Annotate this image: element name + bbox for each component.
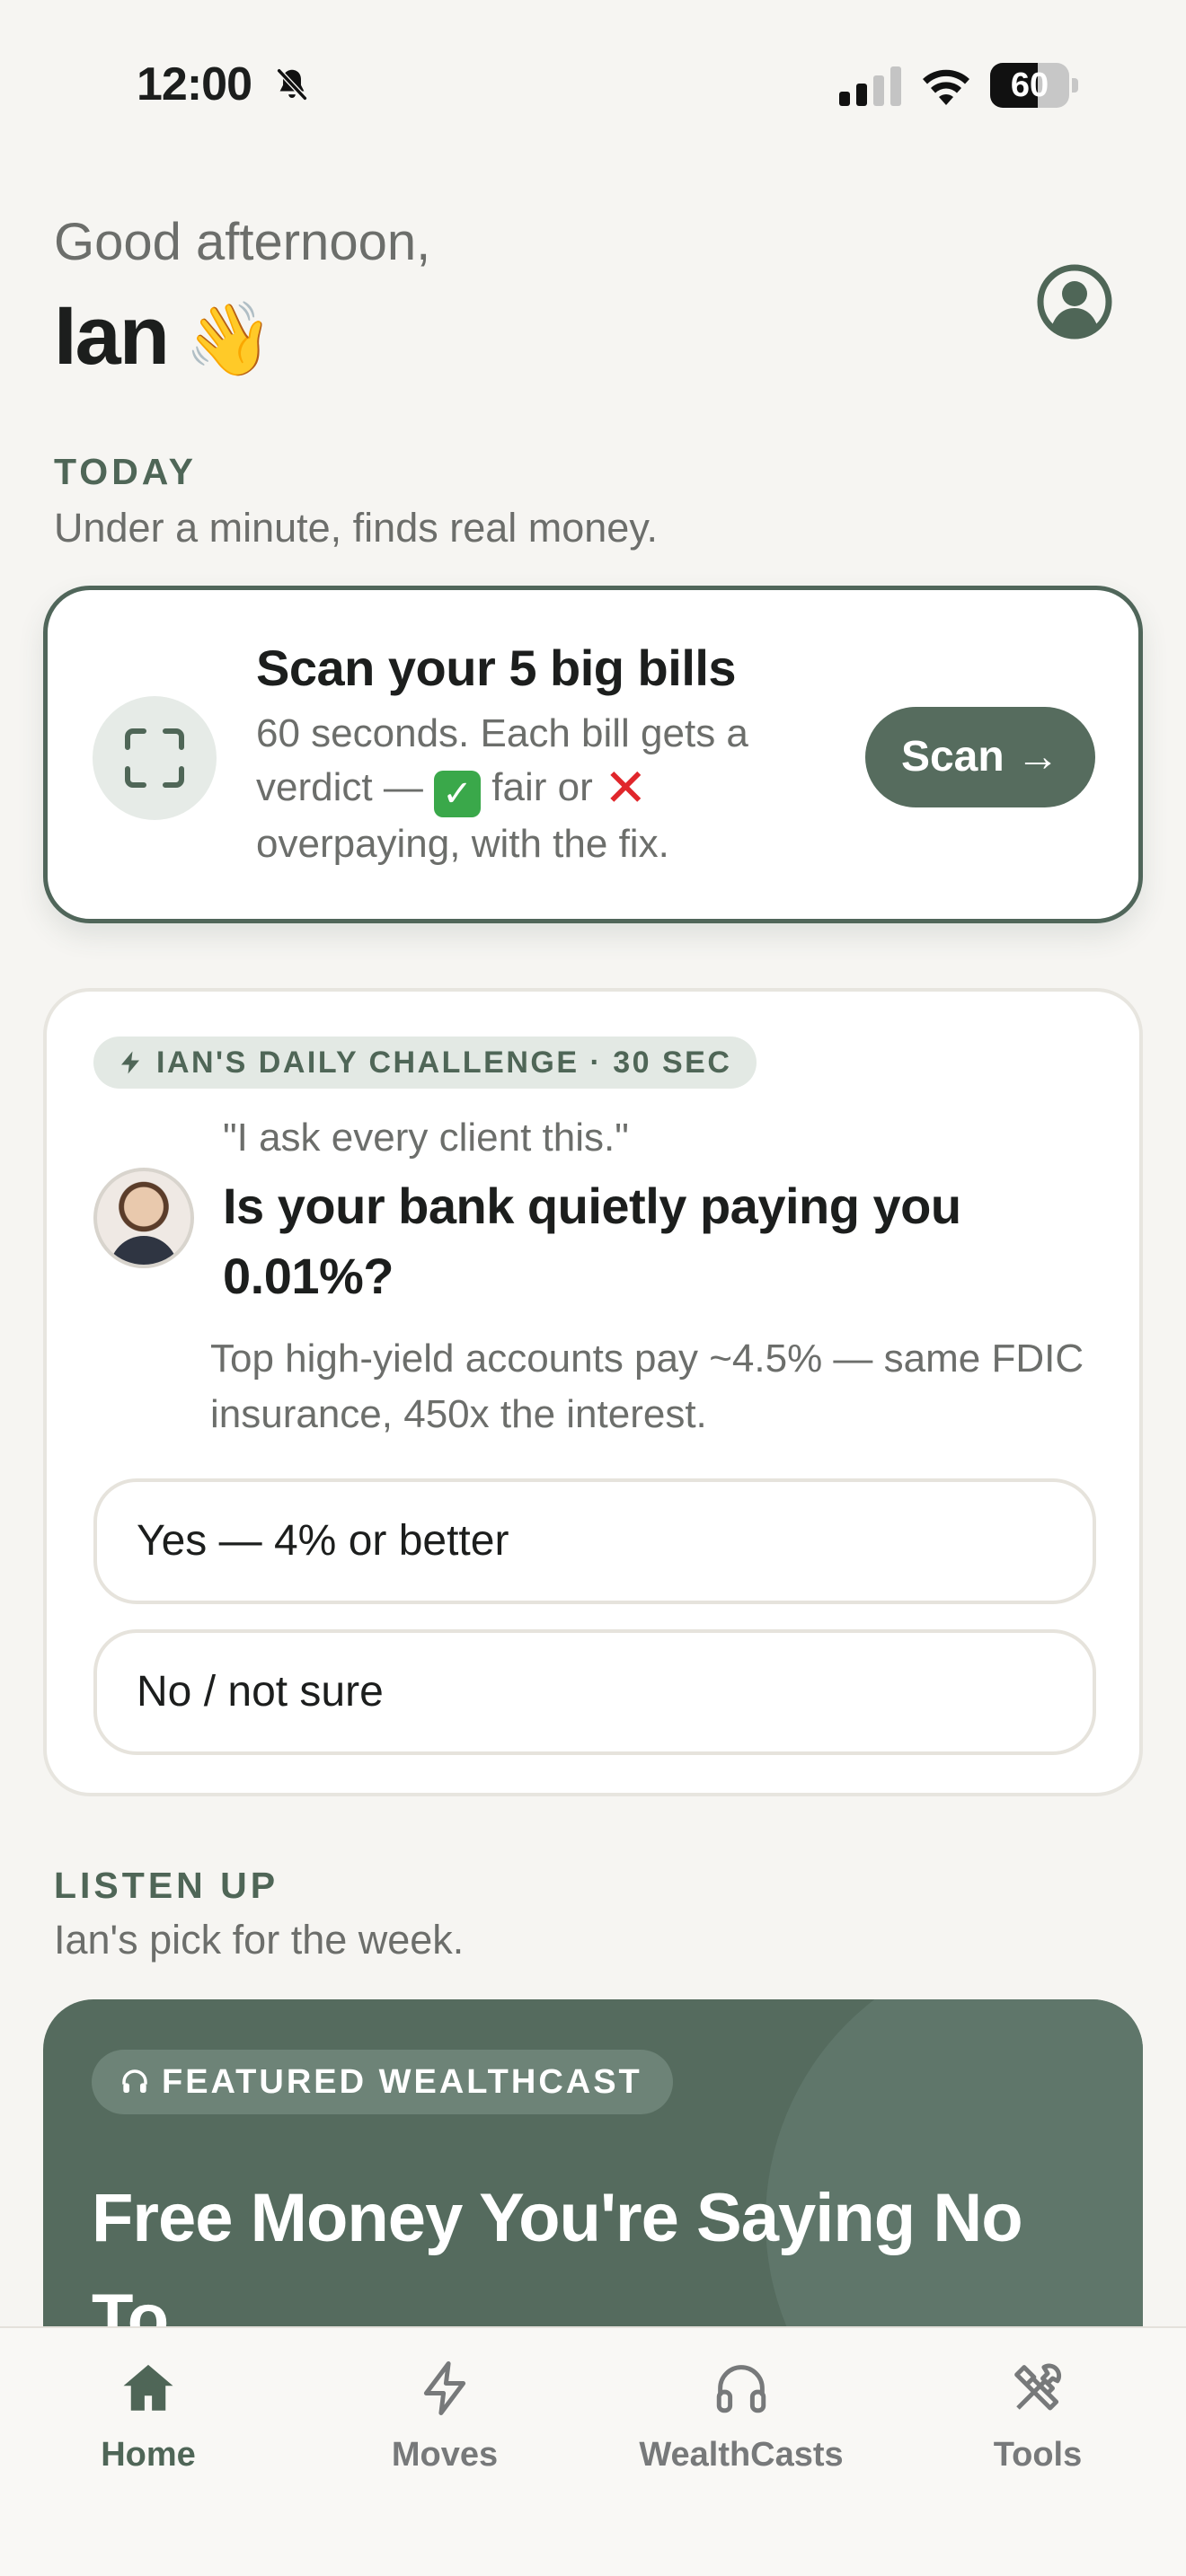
user-circle-icon[interactable] xyxy=(1035,262,1114,341)
tab-moves[interactable]: Moves xyxy=(296,2359,593,2502)
answer-option-yes[interactable]: Yes — 4% or better xyxy=(93,1478,1096,1604)
today-section-subtitle: Under a minute, finds real money. xyxy=(54,505,658,551)
scan-desc-part3: overpaying, with the fix. xyxy=(256,822,669,866)
scan-bills-card[interactable]: Scan your 5 big bills 60 seconds. Each b… xyxy=(43,586,1143,923)
challenge-description: Top high-yield accounts pay ~4.5% — same… xyxy=(210,1337,1084,1436)
status-bar: 12:00 60 xyxy=(0,0,1186,171)
battery-indicator: 60 xyxy=(990,63,1078,108)
headphones-icon xyxy=(122,2069,147,2093)
home-icon xyxy=(123,2364,173,2411)
listen-up-section-title: LISTEN UP xyxy=(54,1865,279,1906)
wealthcast-badge-label: FEATURED WEALTHCAST xyxy=(162,2063,642,2101)
challenge-question: Is your bank quietly paying you 0.01%? xyxy=(223,1178,961,1304)
scan-desc-part2: fair or xyxy=(481,765,604,809)
tab-home-label: Home xyxy=(101,2436,196,2474)
bell-muted-icon xyxy=(276,67,308,101)
tab-tools-label: Tools xyxy=(993,2436,1083,2474)
bottom-tab-bar: Home Moves WealthCasts Tools xyxy=(0,2326,1186,2576)
tab-moves-label: Moves xyxy=(391,2436,499,2474)
tab-wealthcasts-label: WealthCasts xyxy=(639,2436,844,2474)
tab-home[interactable]: Home xyxy=(0,2359,296,2502)
daily-challenge-card: IAN'S DAILY CHALLENGE · 30 SEC "I ask ev… xyxy=(43,988,1143,1796)
scan-frame-icon xyxy=(125,728,184,788)
lightning-icon xyxy=(121,1051,139,1074)
listen-up-section-subtitle: Ian's pick for the week. xyxy=(54,1917,465,1963)
scan-card-description: 60 seconds. Each bill gets a verdict — ✓… xyxy=(256,707,840,871)
tools-icon xyxy=(1014,2363,1062,2411)
greeting-text: Good afternoon, xyxy=(54,213,431,271)
answer-option-no[interactable]: No / not sure xyxy=(93,1629,1096,1755)
home-screen: 12:00 60 Good afternoon, Ian� xyxy=(0,0,1186,2576)
scan-icon-badge xyxy=(93,696,217,820)
today-section-title: TODAY xyxy=(54,451,197,492)
challenge-badge: IAN'S DAILY CHALLENGE · 30 SEC xyxy=(93,1037,757,1089)
wave-emoji: 👋 xyxy=(183,299,274,379)
user-name: Ian xyxy=(54,290,170,382)
battery-level: 60 xyxy=(1010,66,1049,104)
scan-button[interactable]: Scan → xyxy=(865,707,1095,807)
wealthcast-badge: FEATURED WEALTHCAST xyxy=(92,2050,673,2114)
challenge-quote: "I ask every client this." xyxy=(223,1116,629,1160)
avatar xyxy=(93,1168,194,1268)
tab-tools[interactable]: Tools xyxy=(890,2359,1186,2502)
check-mark-icon: ✓ xyxy=(434,771,482,817)
lightning-icon xyxy=(423,2361,466,2415)
tab-wealthcasts[interactable]: WealthCasts xyxy=(593,2359,890,2502)
wifi-icon xyxy=(923,69,969,105)
scan-card-title: Scan your 5 big bills xyxy=(256,640,737,696)
user-name-heading: Ian 👋 xyxy=(54,289,274,384)
cellular-signal-icon xyxy=(839,66,901,106)
cross-mark-icon: ✕ xyxy=(603,759,648,817)
status-time: 12:00 xyxy=(137,58,252,110)
challenge-badge-label: IAN'S DAILY CHALLENGE · 30 SEC xyxy=(156,1045,732,1080)
headphones-icon xyxy=(716,2365,766,2413)
